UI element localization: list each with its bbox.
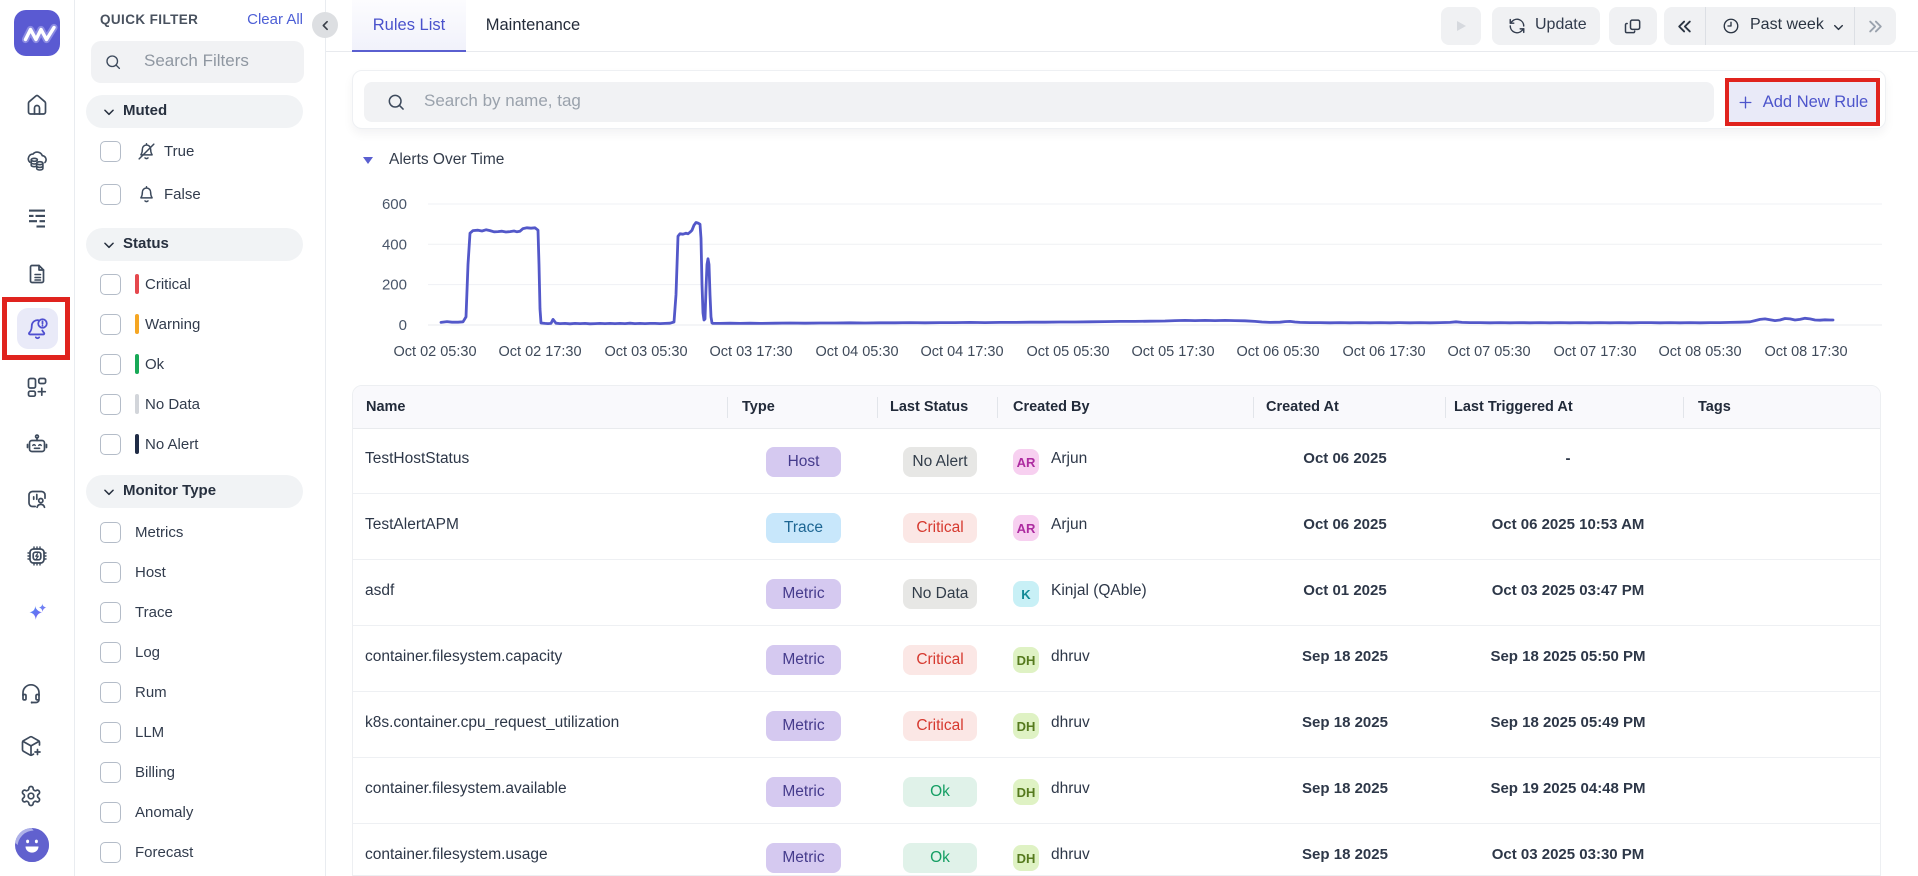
- svg-text:Oct 08 17:30: Oct 08 17:30: [1764, 344, 1847, 360]
- svg-text:Oct 03 17:30: Oct 03 17:30: [709, 344, 792, 360]
- svg-text:Oct 04 17:30: Oct 04 17:30: [920, 344, 1003, 360]
- svg-text:Oct 05 05:30: Oct 05 05:30: [1026, 344, 1109, 360]
- svg-text:600: 600: [382, 196, 407, 213]
- svg-text:Oct 02 05:30: Oct 02 05:30: [393, 344, 476, 360]
- svg-text:Oct 03 05:30: Oct 03 05:30: [604, 344, 687, 360]
- svg-text:0: 0: [399, 317, 407, 334]
- svg-text:Oct 08 05:30: Oct 08 05:30: [1658, 344, 1741, 360]
- svg-text:400: 400: [382, 236, 407, 253]
- svg-text:Oct 07 05:30: Oct 07 05:30: [1447, 344, 1530, 360]
- svg-text:Oct 06 05:30: Oct 06 05:30: [1236, 344, 1319, 360]
- svg-text:Oct 05 17:30: Oct 05 17:30: [1131, 344, 1214, 360]
- svg-text:Oct 04 05:30: Oct 04 05:30: [815, 344, 898, 360]
- svg-text:Oct 07 17:30: Oct 07 17:30: [1553, 344, 1636, 360]
- svg-text:200: 200: [382, 277, 407, 294]
- svg-text:Oct 02 17:30: Oct 02 17:30: [498, 344, 581, 360]
- svg-text:Oct 06 17:30: Oct 06 17:30: [1342, 344, 1425, 360]
